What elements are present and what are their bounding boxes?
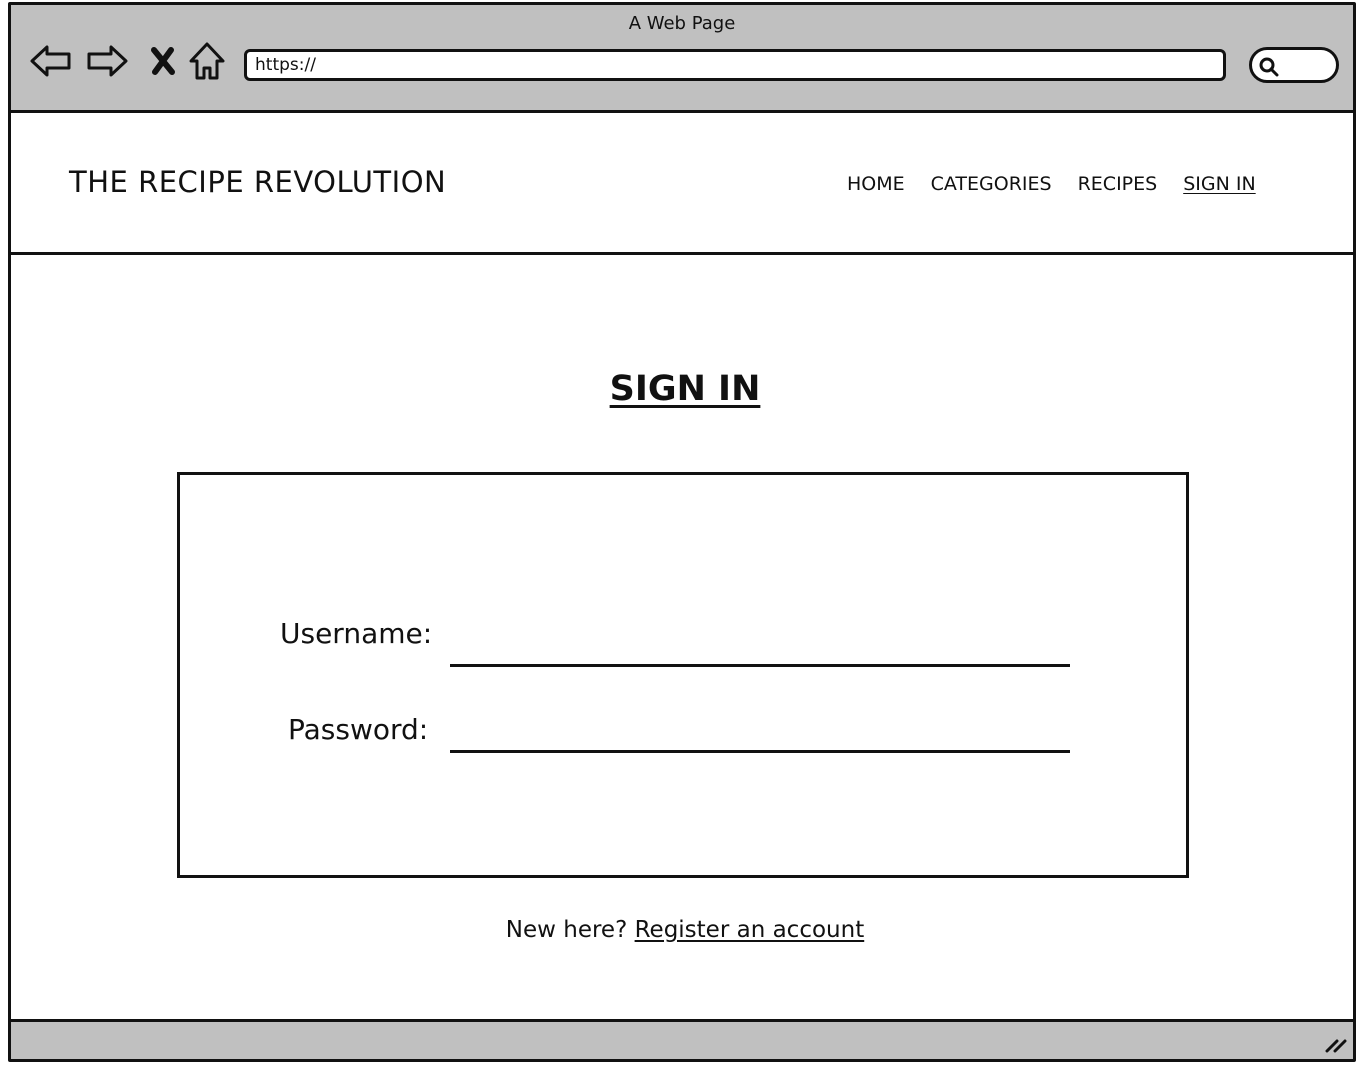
search-icon: [1259, 57, 1279, 77]
page-title: SIGN IN: [609, 369, 761, 409]
register-prompt-text: New here?: [505, 917, 628, 943]
back-arrow-icon[interactable]: [29, 39, 73, 83]
close-icon[interactable]: [141, 39, 185, 83]
password-input[interactable]: [450, 719, 1070, 753]
nav-sign-in[interactable]: SIGN IN: [1183, 173, 1255, 195]
home-icon[interactable]: [185, 39, 229, 83]
window-title: A Web Page: [628, 13, 736, 34]
username-input[interactable]: [450, 633, 1070, 667]
search-field[interactable]: [1249, 47, 1339, 83]
browser-chrome: A Web Page https://: [11, 5, 1353, 113]
register-link[interactable]: Register an account: [635, 917, 865, 943]
browser-window: A Web Page https:// THE RECIPE REVOLUTIO…: [8, 2, 1356, 1062]
site-header: THE RECIPE REVOLUTION HOME CATEGORIES RE…: [11, 113, 1353, 255]
resize-handle-icon[interactable]: [1323, 1031, 1347, 1055]
sign-in-form: Username: Password:: [177, 472, 1189, 878]
password-label: Password:: [288, 713, 429, 746]
forward-arrow-icon[interactable]: [85, 39, 129, 83]
register-prompt: New here? Register an account: [11, 917, 1353, 943]
url-bar[interactable]: https://: [244, 49, 1226, 81]
browser-status-bar: [11, 1019, 1353, 1059]
nav-home[interactable]: HOME: [847, 173, 905, 195]
nav-recipes[interactable]: RECIPES: [1078, 173, 1158, 195]
main-nav: HOME CATEGORIES RECIPES SIGN IN: [847, 173, 1256, 195]
username-label: Username:: [280, 617, 433, 650]
nav-categories[interactable]: CATEGORIES: [931, 173, 1052, 195]
site-logo[interactable]: THE RECIPE REVOLUTION: [69, 165, 446, 199]
